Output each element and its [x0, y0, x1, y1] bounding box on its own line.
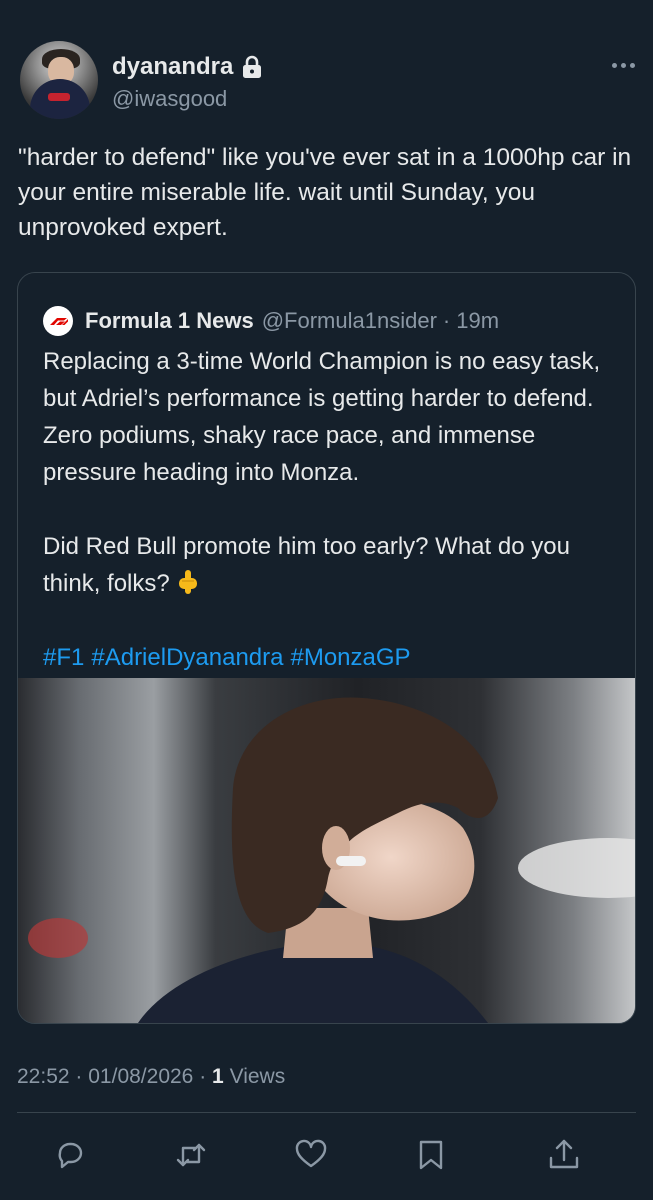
author-handle[interactable]: @iwasgood — [112, 86, 227, 112]
quoted-tweet-header: Formula 1 News @Formula1nsider · 19m — [43, 306, 499, 336]
author-name-row[interactable]: dyanandra — [112, 53, 263, 81]
quoted-author-handle[interactable]: @Formula1nsider — [262, 308, 437, 334]
quoted-paragraph-2-wrap: Did Red Bull promote him too early? What… — [43, 528, 618, 602]
more-options-icon[interactable] — [612, 60, 638, 70]
quoted-hashtags: #F1 #AdrielDyanandra #MonzaGP — [43, 639, 618, 676]
quoted-paragraph-1: Replacing a 3-time World Champion is no … — [43, 348, 601, 486]
quoted-separator: · — [442, 308, 451, 333]
avatar[interactable] — [20, 41, 98, 119]
tweet-time[interactable]: 22:52 — [17, 1065, 70, 1088]
author-display-name[interactable]: dyanandra — [112, 53, 233, 81]
tweet-date[interactable]: 01/08/2026 — [88, 1065, 193, 1088]
photo-illustration — [18, 678, 635, 1023]
f1-logo-icon — [43, 306, 73, 336]
hashtag-monzagp[interactable]: #MonzaGP — [290, 644, 410, 671]
like-icon[interactable] — [293, 1137, 329, 1173]
backhand-index-pointing-down-icon — [176, 569, 200, 595]
action-bar — [0, 1137, 653, 1177]
reply-icon[interactable] — [52, 1137, 88, 1173]
divider — [17, 1112, 636, 1113]
hashtag-f1[interactable]: #F1 — [43, 644, 84, 671]
lock-icon — [241, 55, 263, 79]
quoted-timestamp[interactable]: 19m — [456, 308, 499, 334]
quoted-paragraph-2: Did Red Bull promote him too early? What… — [43, 533, 570, 597]
quoted-author-name[interactable]: Formula 1 News — [85, 308, 254, 334]
share-icon[interactable] — [546, 1137, 582, 1173]
retweet-icon[interactable] — [173, 1137, 209, 1173]
views-count: 1 — [212, 1065, 224, 1088]
quoted-tweet-card[interactable]: Formula 1 News @Formula1nsider · 19m Rep… — [17, 272, 636, 1024]
quoted-tweet-body: Replacing a 3-time World Champion is no … — [43, 343, 618, 676]
meta-separator-1: · — [75, 1065, 83, 1088]
views-label: Views — [229, 1065, 286, 1088]
tweet-text: "harder to defend" like you've ever sat … — [18, 144, 632, 241]
tweet-page: dyanandra @iwasgood "harder to defend" l… — [0, 0, 653, 1200]
hashtag-adrieldyanandra[interactable]: #AdrielDyanandra — [91, 644, 283, 671]
quoted-tweet-photo[interactable] — [18, 678, 635, 1023]
tweet-meta: 22:52 · 01/08/2026 · 1 Views — [17, 1065, 285, 1089]
bookmark-icon[interactable] — [413, 1137, 449, 1173]
meta-separator-2: · — [199, 1065, 207, 1088]
